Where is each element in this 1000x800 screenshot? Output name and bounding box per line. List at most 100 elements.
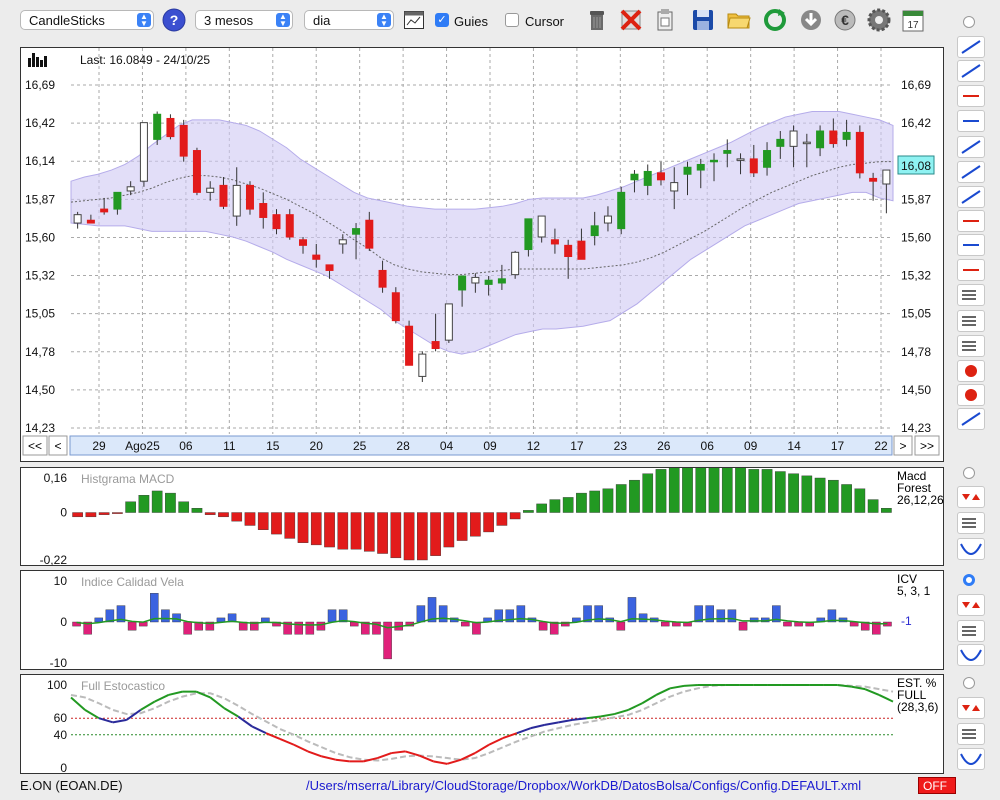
macd-lines-percent-icon[interactable] [957, 512, 985, 534]
euro-icon[interactable]: € [832, 6, 858, 34]
interval-select[interactable]: dia ▲ ▼ [304, 10, 394, 30]
candle-body [882, 169, 891, 185]
macd-bar [417, 512, 428, 561]
price-range-icon[interactable] [957, 60, 985, 82]
stoch-lines-percent-icon[interactable] [957, 723, 985, 745]
clipboard-icon[interactable] [652, 6, 678, 34]
macd-panel[interactable]: Histgrama MACD 0,16 0 -0,22 Macd Forest 26… [20, 464, 944, 567]
record-icon[interactable] [957, 384, 985, 406]
timeline-scrollbar[interactable] [69, 435, 893, 456]
buy-sell-icon[interactable] [957, 259, 985, 281]
icv-panel[interactable]: Indice Calidad Vela 10 0 -10 ICV 5, 3, 1 -… [20, 570, 944, 670]
candle-body [166, 117, 175, 138]
macd-panel-radio[interactable] [963, 467, 975, 479]
help-icon[interactable]: ? [162, 8, 186, 32]
stoch-k-segment [84, 709, 100, 720]
macd-bar [138, 495, 150, 513]
sync-icon[interactable] [957, 408, 985, 430]
zoom-icon[interactable] [957, 36, 985, 58]
horizontal-line-blue-icon[interactable] [957, 110, 985, 132]
stochastic-chart[interactable]: Full Estocastico 10060400 EST. % FULL (2… [21, 675, 943, 775]
stoch-k-segment [265, 732, 281, 740]
stochastic-panel[interactable]: Full Estocastico 100 60 40 0 EST. % FULL (2… [20, 674, 944, 775]
stoch-k-segment [641, 694, 657, 705]
icv-bar [783, 621, 792, 627]
trend-line-icon[interactable] [957, 161, 985, 183]
horizontal-line-red-icon[interactable] [957, 85, 985, 107]
buy-arrow-icon[interactable] [957, 234, 985, 256]
macd-histogram[interactable]: Histgrama MACD 0,160-0,22 Macd Forest 26… [21, 464, 944, 567]
stoch-trade-arrows-icon[interactable] [957, 697, 985, 719]
tool-glyph [960, 753, 982, 765]
stoch-k-segment [544, 721, 559, 726]
refresh-icon[interactable] [762, 6, 788, 34]
save-icon[interactable] [690, 6, 716, 34]
candle-body [299, 239, 308, 246]
icv-lines-percent-icon[interactable] [957, 620, 985, 642]
icv-curve-icon[interactable] [957, 644, 985, 666]
guides-checkbox[interactable]: ✓ [435, 13, 449, 27]
candlestick-chart[interactable]: 16,6916,6916,4216,4216,1416,1415,8715,87… [21, 48, 943, 461]
icv-bar [472, 621, 481, 635]
macd-trade-arrows-icon[interactable] [957, 486, 985, 508]
price-chart-panel[interactable]: 16,6916,6916,4216,4216,1416,1415,8715,87… [20, 47, 944, 462]
stoch-k-segment [377, 752, 392, 759]
stoch-curve-icon[interactable] [957, 748, 985, 770]
off-indicator[interactable]: OFF [918, 777, 956, 794]
delete-icon[interactable] [618, 6, 644, 34]
main-panel-radio[interactable] [963, 16, 975, 28]
macd-bar [310, 512, 322, 546]
macd-bar [324, 512, 335, 548]
macd-bar [496, 512, 508, 526]
candle [418, 351, 427, 382]
y-tick-right: 14,78 [901, 345, 931, 359]
stoch-panel-radio[interactable] [963, 677, 975, 689]
chart-type-select[interactable]: CandleSticks ▲ ▼ [20, 10, 154, 30]
scale-percent-icon[interactable] [957, 310, 985, 332]
icv-panel-radio[interactable] [963, 574, 975, 586]
line-chart-icon[interactable] [404, 11, 424, 29]
tool-glyph [961, 190, 981, 204]
macd-bar [125, 501, 136, 513]
macd-bar [562, 497, 574, 513]
stoch-k-segment [600, 713, 615, 718]
grid-lines-icon[interactable] [957, 284, 985, 306]
config-path-link[interactable]: /Users/mserra/Library/CloudStorage/Dropb… [306, 778, 861, 793]
candle-body [113, 191, 122, 210]
svg-text:€: € [841, 12, 849, 28]
macd-bar [629, 479, 640, 513]
macd-bar [828, 479, 839, 513]
trash-icon[interactable] [584, 6, 610, 34]
channel-icon[interactable] [957, 136, 985, 158]
open-folder-icon[interactable] [726, 6, 752, 34]
x-tick-label: 09 [744, 439, 758, 453]
stoch-k-segment [168, 690, 183, 696]
macd-curve-icon[interactable] [957, 538, 985, 560]
macd-bar [774, 471, 786, 513]
macd-bar [576, 492, 587, 513]
icv-chart[interactable]: Indice Calidad Vela 100-10 ICV 5, 3, 1 -… [21, 571, 943, 670]
sell-arrow-icon[interactable] [957, 210, 985, 232]
macd-bar [403, 512, 415, 561]
cursor-checkbox[interactable] [505, 13, 519, 27]
download-icon[interactable] [798, 6, 824, 34]
macd-bar [523, 510, 534, 513]
candle-body [391, 292, 400, 322]
icv-trade-arrows-icon[interactable] [957, 594, 985, 616]
calendar-icon[interactable]: 17 [900, 6, 926, 34]
candle-body [365, 219, 374, 249]
candle-body [285, 214, 294, 238]
macd-bar [602, 488, 614, 513]
icv-value-label: -1 [901, 614, 912, 628]
stop-icon[interactable] [957, 360, 985, 382]
stoch-k-segment [446, 758, 462, 765]
settings-icon[interactable] [866, 6, 892, 34]
scale-lines-icon[interactable] [957, 335, 985, 357]
macd-bar [708, 464, 720, 513]
period-select[interactable]: 3 mesos ▲ ▼ [195, 10, 293, 30]
fibonacci-icon[interactable] [957, 186, 985, 208]
candle-body [577, 240, 586, 260]
x-tick-label: 29 [92, 439, 106, 453]
candle-body [656, 172, 665, 181]
volume-bars-icon[interactable] [28, 53, 47, 67]
